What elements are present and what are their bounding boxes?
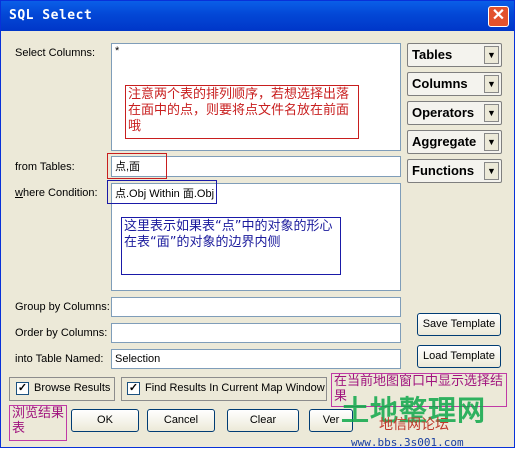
- into-table-input[interactable]: Selection: [111, 349, 401, 369]
- columns-dropdown[interactable]: Columns ▼: [407, 72, 502, 96]
- functions-dropdown[interactable]: Functions ▼: [407, 159, 502, 183]
- cancel-button[interactable]: Cancel: [147, 409, 215, 432]
- window-title: SQL Select: [9, 8, 93, 23]
- sql-select-dialog: SQL Select ✕ Select Columns: * from Tabl…: [0, 0, 515, 449]
- where-condition-label: where Condition:: [15, 187, 98, 199]
- within-note-annotation: 这里表示如果表“点”中的对象的形心在表“面”的对象的边界内侧: [121, 217, 341, 275]
- dropdown-arrow-icon: ▼: [484, 104, 499, 122]
- find-results-label: Find Results In Current Map Window: [145, 382, 325, 394]
- aggregate-dropdown-label: Aggregate: [412, 134, 477, 149]
- dropdown-arrow-icon: ▼: [484, 75, 499, 93]
- ok-button[interactable]: OK: [71, 409, 139, 432]
- from-tables-label: from Tables:: [15, 161, 75, 173]
- browse-results-label: Browse Results: [34, 382, 111, 394]
- group-by-label: Group by Columns:: [15, 301, 110, 313]
- where-condition-highlight: [107, 180, 217, 204]
- browse-note-annotation: 浏览结果表: [9, 405, 67, 441]
- find-results-checkbox[interactable]: ✓: [127, 382, 140, 395]
- operators-dropdown-label: Operators: [412, 105, 475, 120]
- operators-dropdown[interactable]: Operators ▼: [407, 101, 502, 125]
- tables-dropdown-label: Tables: [412, 47, 453, 62]
- watermark-url: www.bbs.3s001.com: [351, 436, 464, 449]
- order-by-label: Order by Columns:: [15, 327, 108, 339]
- title-bar: SQL Select ✕: [1, 1, 514, 31]
- save-template-button[interactable]: Save Template: [417, 313, 501, 336]
- tables-dropdown[interactable]: Tables ▼: [407, 43, 502, 67]
- load-template-button[interactable]: Load Template: [417, 345, 501, 368]
- select-columns-label: Select Columns:: [15, 47, 96, 59]
- dropdown-arrow-icon: ▼: [484, 162, 499, 180]
- aggregate-dropdown[interactable]: Aggregate ▼: [407, 130, 502, 154]
- dropdown-arrow-icon: ▼: [484, 46, 499, 64]
- close-icon[interactable]: ✕: [488, 6, 509, 27]
- browse-results-checkbox[interactable]: ✓: [16, 382, 29, 395]
- functions-dropdown-label: Functions: [412, 163, 475, 178]
- order-by-input[interactable]: [111, 323, 401, 343]
- order-note-annotation: 注意两个表的排列顺序，若想选择出落在面中的点，则要将点文件名放在前面哦: [125, 85, 359, 139]
- group-by-input[interactable]: [111, 297, 401, 317]
- clear-button[interactable]: Clear: [227, 409, 299, 432]
- from-tables-highlight: [107, 153, 167, 179]
- dropdown-arrow-icon: ▼: [484, 133, 499, 151]
- into-table-label: into Table Named:: [15, 353, 104, 365]
- columns-dropdown-label: Columns: [412, 76, 468, 91]
- watermark-sub: 地信网论坛: [379, 417, 449, 433]
